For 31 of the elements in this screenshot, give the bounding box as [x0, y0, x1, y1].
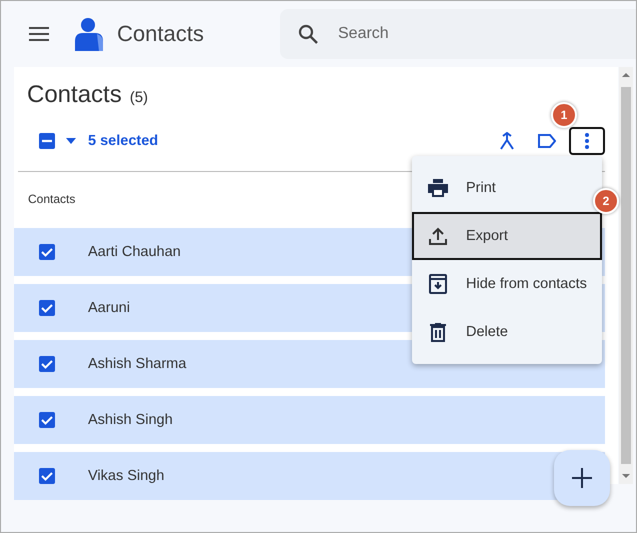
scrollbar[interactable] — [619, 67, 633, 484]
merge-icon[interactable] — [499, 132, 515, 150]
trash-icon — [430, 322, 446, 342]
plus-icon — [572, 468, 592, 488]
add-contact-button[interactable] — [554, 450, 610, 506]
more-icon — [585, 133, 589, 149]
menu-item[interactable]: Print — [412, 164, 590, 212]
checkbox[interactable] — [38, 467, 56, 485]
contact-row[interactable]: Vikas Singh — [14, 452, 605, 500]
menu-icon[interactable] — [29, 27, 49, 41]
search-bar[interactable]: Search — [280, 9, 636, 59]
app-title: Contacts — [117, 21, 205, 47]
contact-row[interactable]: Ashish Singh — [14, 396, 605, 444]
checkbox[interactable] — [38, 299, 56, 317]
label-icon[interactable] — [538, 134, 556, 148]
checkbox[interactable] — [38, 355, 56, 373]
menu-item[interactable]: Export — [412, 212, 602, 260]
search-field[interactable]: Search — [338, 9, 636, 59]
archive-icon — [429, 274, 447, 294]
column-header: Contacts — [28, 192, 76, 206]
selection-count: 5 selected — [88, 133, 158, 149]
checkbox[interactable] — [38, 132, 56, 150]
upload-icon — [429, 227, 447, 245]
checkbox[interactable] — [38, 411, 56, 429]
page-title: Contacts — [27, 81, 122, 109]
checkbox[interactable] — [38, 243, 56, 261]
contact-count: (5) — [130, 89, 148, 106]
search-icon[interactable] — [298, 24, 318, 44]
printer-icon — [428, 179, 448, 197]
caret-icon[interactable] — [66, 138, 76, 144]
person-icon — [73, 17, 105, 51]
